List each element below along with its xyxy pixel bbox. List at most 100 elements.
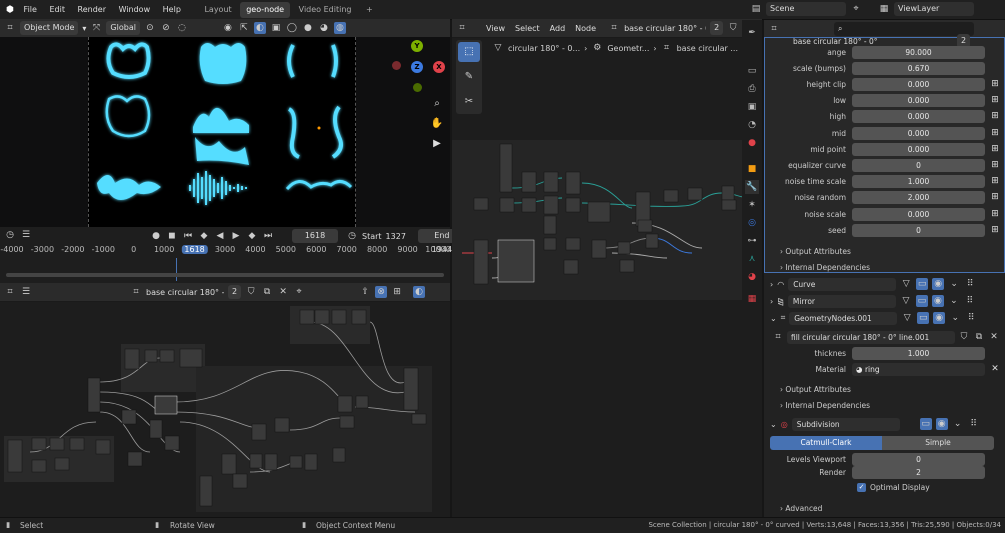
gizmo-neg-x[interactable] — [392, 61, 401, 70]
properties-editor-icon[interactable]: ⌗ — [768, 23, 780, 35]
unlink-geo2-icon[interactable]: ✕ — [988, 331, 1000, 343]
attribute-toggle-icon[interactable]: ⊞ — [988, 110, 1002, 123]
param-field[interactable]: 0.000 — [852, 94, 985, 108]
object-mode-dropdown[interactable]: Object Mode — [20, 21, 79, 35]
node-tree-selector-icon[interactable]: ⌗ — [772, 331, 784, 343]
menu-select[interactable]: Select — [515, 24, 540, 33]
viewport-toggle-icon[interactable]: ▭ — [915, 295, 928, 307]
editor-type-icon[interactable]: ⌗ — [4, 22, 16, 34]
duplicate-geo2-icon[interactable]: ⧉ — [973, 331, 985, 343]
render-tab-icon[interactable]: ▭ — [745, 64, 759, 78]
texture-tab-icon[interactable]: ▦ — [745, 292, 759, 306]
advanced-header[interactable]: › Advanced — [780, 504, 822, 513]
collapse-chevron-icon[interactable]: ⌄ — [770, 420, 777, 429]
workspace-tab-video-editing[interactable]: Video Editing — [293, 2, 358, 18]
node-editor-left[interactable] — [0, 302, 450, 517]
constraints-tab-icon[interactable]: ⊶ — [745, 234, 759, 248]
wireframe-shading-icon[interactable]: ◯ — [286, 22, 298, 34]
pan-hand-icon[interactable]: ✋ — [430, 117, 444, 131]
scene-selector[interactable]: Scene — [766, 2, 846, 16]
node-tree-icon[interactable]: ⌗ — [130, 286, 142, 298]
pin-left-icon[interactable]: ⌖ — [293, 286, 305, 298]
gizmo-toggle-icon[interactable]: ⇱ — [238, 22, 250, 34]
attribute-toggle-icon[interactable]: ⊞ — [988, 224, 1002, 237]
attribute-toggle-icon[interactable]: ⊞ — [988, 94, 1002, 107]
snap-mode-icon[interactable]: ⊞ — [391, 286, 403, 298]
render-toggle-icon[interactable]: ◉ — [931, 295, 944, 307]
optimal-display-checkbox[interactable]: ✓ — [857, 483, 866, 492]
drag-handle-icon[interactable]: ⠿ — [964, 295, 976, 307]
proportional-edit-icon[interactable]: ◌ — [176, 22, 188, 34]
render-levels-field[interactable]: 2 — [852, 465, 985, 479]
viewport-toggle-icon[interactable]: ▭ — [916, 278, 929, 290]
edit-mode-toggle-icon[interactable]: ▽ — [900, 295, 912, 307]
tool-tab-icon[interactable]: ✒ — [745, 26, 759, 40]
blender-logo-icon[interactable]: ⬢ — [4, 4, 16, 16]
xray-icon[interactable]: ▣ — [270, 22, 282, 34]
modifier-menu-icon[interactable]: ⌄ — [948, 295, 960, 307]
gizmo-z-axis[interactable]: Z — [411, 61, 423, 73]
material-shading-icon[interactable]: ◕ — [318, 22, 330, 34]
snap-node-icon[interactable]: ⊗ — [375, 286, 388, 298]
modifier-tab-icon[interactable]: 🔧 — [745, 180, 759, 194]
orientation-dropdown[interactable]: Global — [106, 21, 140, 35]
menu-edit[interactable]: Edit — [44, 0, 70, 20]
param-field[interactable]: 0.670 — [852, 61, 985, 75]
record-icon[interactable]: ● — [150, 230, 162, 242]
unlink-icon[interactable]: ✕ — [277, 286, 289, 298]
internal-dependencies-header-2[interactable]: › Internal Dependencies — [780, 401, 870, 410]
modifier-menu-icon[interactable]: ⌄ — [952, 418, 964, 430]
attribute-toggle-icon[interactable]: ⊞ — [988, 175, 1002, 188]
world-tab-icon[interactable]: ● — [745, 136, 759, 150]
collapse-chevron-icon[interactable]: ⌄ — [770, 314, 777, 323]
visibility-icon[interactable]: ◉ — [222, 22, 234, 34]
modifier-subdivision[interactable]: ⌄ ◎ Subdivision ▭ ◉ ⌄ ⠿ — [770, 416, 1002, 432]
view-layer-selector[interactable]: ViewLayer — [894, 2, 974, 16]
attribute-toggle-icon[interactable]: ⊞ — [988, 143, 1002, 156]
edit-mode-toggle-icon[interactable]: ▽ — [900, 278, 912, 290]
scene-tab-icon[interactable]: ◔ — [745, 118, 759, 132]
geo2-tree-name[interactable]: fill circular circular 180° - 0° line.00… — [787, 330, 955, 344]
pin-icon[interactable]: ⌖ — [850, 3, 862, 15]
start-value[interactable]: 1327 — [386, 232, 406, 241]
levels-viewport-field[interactable]: 0 — [852, 452, 985, 466]
param-field[interactable]: 0.000 — [852, 77, 985, 91]
users-count-left[interactable]: 2 — [228, 285, 242, 299]
keying-icon[interactable]: ◼ — [166, 230, 178, 242]
modifier-mirror[interactable]: › ⧎ Mirror ▽ ▭ ◉ ⌄ ⠿ — [770, 293, 1002, 309]
catmull-clark-button[interactable]: Catmull-Clark — [770, 436, 882, 450]
duplicate-icon[interactable]: ⧉ — [261, 286, 273, 298]
modifier-curve[interactable]: › ◠ Curve ▽ ▭ ◉ ⌄ ⠿ — [770, 276, 1002, 292]
render-toggle-icon[interactable]: ◉ — [935, 418, 948, 430]
frame-ruler[interactable]: -4000 -3000 -2000 -1000 0 1000 1618 3000 4000 500… — [0, 245, 451, 259]
transform-orientation-icon[interactable]: ⤧ — [90, 22, 102, 34]
gizmo-neg-y[interactable] — [413, 83, 422, 92]
attribute-toggle-icon[interactable]: ⊞ — [988, 208, 1002, 221]
modifier-geometry-nodes-001[interactable]: ⌄ ⌗ GeometryNodes.001 ▽ ▭ ◉ ⌄ ⠿ — [770, 310, 1002, 326]
output-attributes-header-2[interactable]: › Output Attributes — [780, 385, 851, 394]
edit-mode-toggle-icon[interactable]: ▽ — [901, 312, 913, 324]
scene-icon[interactable]: ▤ — [750, 3, 762, 15]
timeline-editor-icon[interactable]: ◷ — [4, 229, 16, 241]
play-icon[interactable]: ▶ — [230, 230, 242, 242]
menu-node[interactable]: Node — [575, 24, 596, 33]
material-field[interactable]: ◕ ring — [852, 362, 985, 376]
menu-add[interactable]: Add — [550, 24, 566, 33]
drag-handle-icon[interactable]: ⠿ — [965, 312, 977, 324]
param-field[interactable]: 0.000 — [852, 126, 985, 140]
parent-tree-icon[interactable]: ⇧ — [359, 286, 371, 298]
menu-view[interactable]: View — [486, 24, 505, 33]
material-clear-icon[interactable]: ✕ — [988, 363, 1002, 376]
menu-render[interactable]: Render — [73, 0, 111, 20]
mirror-modifier-name[interactable]: Mirror — [787, 294, 896, 308]
output-attributes-header[interactable]: › Output Attributes — [780, 247, 851, 256]
timeline-scrollbar[interactable] — [6, 273, 444, 277]
overlay-node-icon[interactable]: ◐ — [413, 286, 426, 298]
node-editor-right[interactable]: ⬚ ✎ ✂ ▽ circular 180° - 0... › ⚙ Geometr… — [452, 38, 762, 517]
fake-user-geo2-icon[interactable]: ⛉ — [958, 331, 970, 343]
workspace-tab-layout[interactable]: Layout — [198, 2, 237, 18]
modifier-menu-icon[interactable]: ⌄ — [948, 278, 960, 290]
render-toggle-icon[interactable]: ◉ — [933, 312, 946, 324]
param-field[interactable]: 0.000 — [852, 142, 985, 156]
node-tree-name-left[interactable]: base circular 180° - 0° — [146, 288, 224, 297]
